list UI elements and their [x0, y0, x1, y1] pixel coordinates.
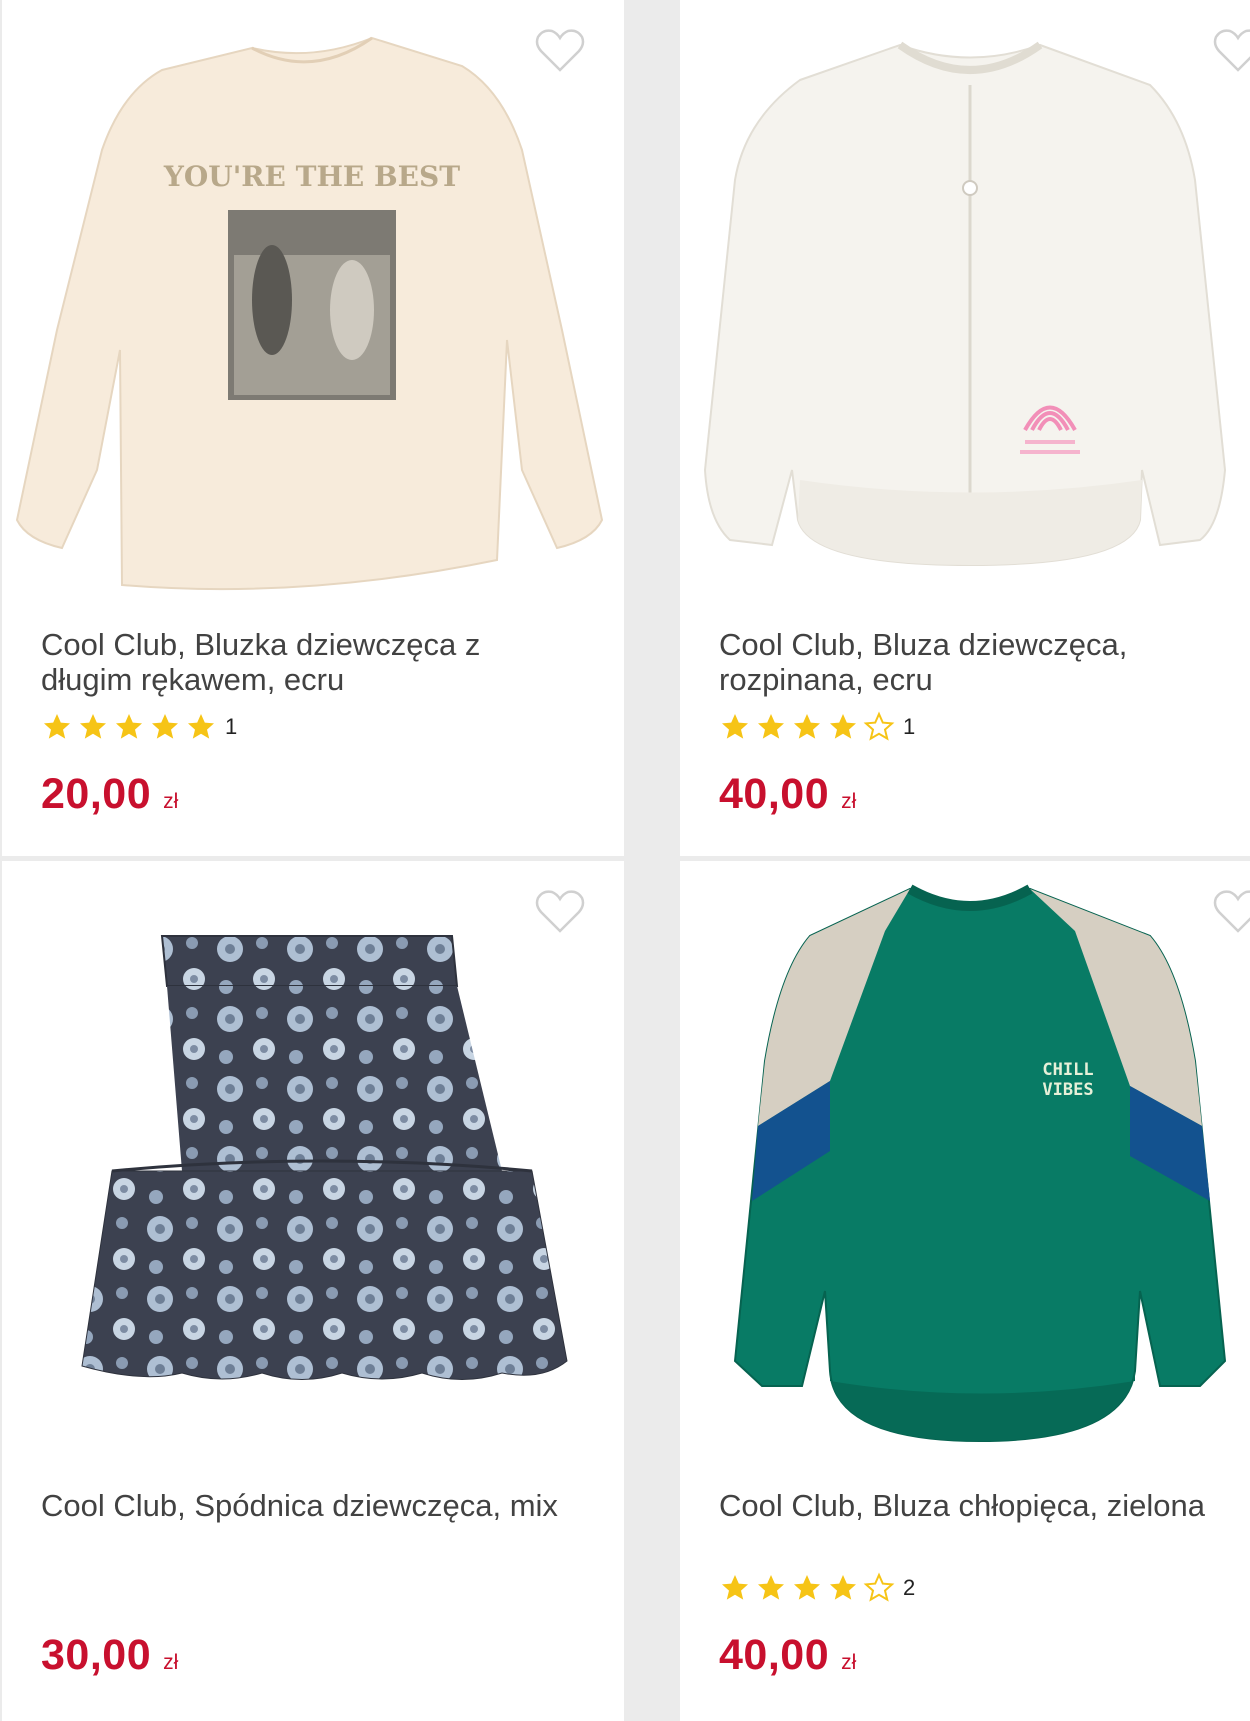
star-icon	[758, 1575, 784, 1600]
product-title[interactable]: Cool Club, Bluza dziewczęca, rozpinana, …	[719, 627, 1239, 697]
rating-stars: 2	[719, 1572, 916, 1603]
price-amount: 40,00	[719, 1631, 830, 1679]
price-currency: zł	[163, 1651, 179, 1674]
product-title[interactable]: Cool Club, Bluzka dziewczęca z długim rę…	[41, 627, 561, 697]
print-text: VIBES	[1042, 1080, 1093, 1100]
rating-count: 1	[225, 714, 238, 739]
product-image[interactable]: CHILL VIBES	[680, 861, 1250, 1461]
product-image[interactable]	[680, 0, 1250, 600]
star-icon	[830, 714, 856, 739]
product-title[interactable]: Cool Club, Bluza chłopięca, zielona	[719, 1488, 1239, 1523]
star-icon	[758, 714, 784, 739]
heart-outline-icon[interactable]	[1212, 28, 1250, 74]
star-icon	[794, 714, 820, 739]
product-card[interactable]: Cool Club, Spódnica dziewczęca, mix 30,0…	[2, 861, 624, 1721]
product-grid: YOU'RE THE BEST Cool Club, Bluzka dziewc…	[0, 0, 1250, 1721]
star-icon	[44, 714, 70, 739]
price-currency: zł	[841, 790, 857, 813]
product-card[interactable]: Cool Club, Bluza dziewczęca, rozpinana, …	[680, 0, 1250, 856]
product-image[interactable]	[2, 861, 624, 1461]
star-icon	[830, 1575, 856, 1600]
price-currency: zł	[841, 1651, 857, 1674]
product-price: 30,00 zł	[41, 1631, 178, 1680]
product-card[interactable]: CHILL VIBES Cool Club, Bluza chłopięca, …	[680, 861, 1250, 1721]
print-text: CHILL	[1042, 1060, 1093, 1080]
print-text: YOU'RE THE BEST	[163, 160, 460, 193]
rating-stars: 1	[719, 711, 916, 742]
heart-outline-icon[interactable]	[534, 28, 586, 74]
rating-stars: 1	[41, 712, 237, 742]
product-image[interactable]: YOU'RE THE BEST	[2, 0, 624, 600]
rating-count: 2	[903, 1575, 916, 1600]
product-title[interactable]: Cool Club, Spódnica dziewczęca, mix	[41, 1488, 561, 1523]
heart-outline-icon[interactable]	[1212, 889, 1250, 935]
star-icon	[722, 1575, 748, 1600]
star-icon	[152, 714, 178, 739]
product-price: 20,00 zł	[41, 770, 178, 819]
star-icon	[80, 714, 106, 739]
star-empty-icon	[863, 1572, 895, 1602]
product-card[interactable]: YOU'RE THE BEST Cool Club, Bluzka dziewc…	[2, 0, 624, 856]
star-empty-icon	[863, 711, 895, 741]
star-icon	[794, 1575, 820, 1600]
star-icon	[722, 714, 748, 739]
price-amount: 40,00	[719, 770, 830, 818]
star-icon	[188, 714, 214, 739]
rating-count: 1	[903, 714, 916, 739]
price-amount: 30,00	[41, 1631, 152, 1679]
star-icon	[116, 714, 142, 739]
price-currency: zł	[163, 790, 179, 813]
heart-outline-icon[interactable]	[534, 889, 586, 935]
product-price: 40,00 zł	[719, 770, 856, 819]
price-amount: 20,00	[41, 770, 152, 818]
product-price: 40,00 zł	[719, 1631, 856, 1680]
